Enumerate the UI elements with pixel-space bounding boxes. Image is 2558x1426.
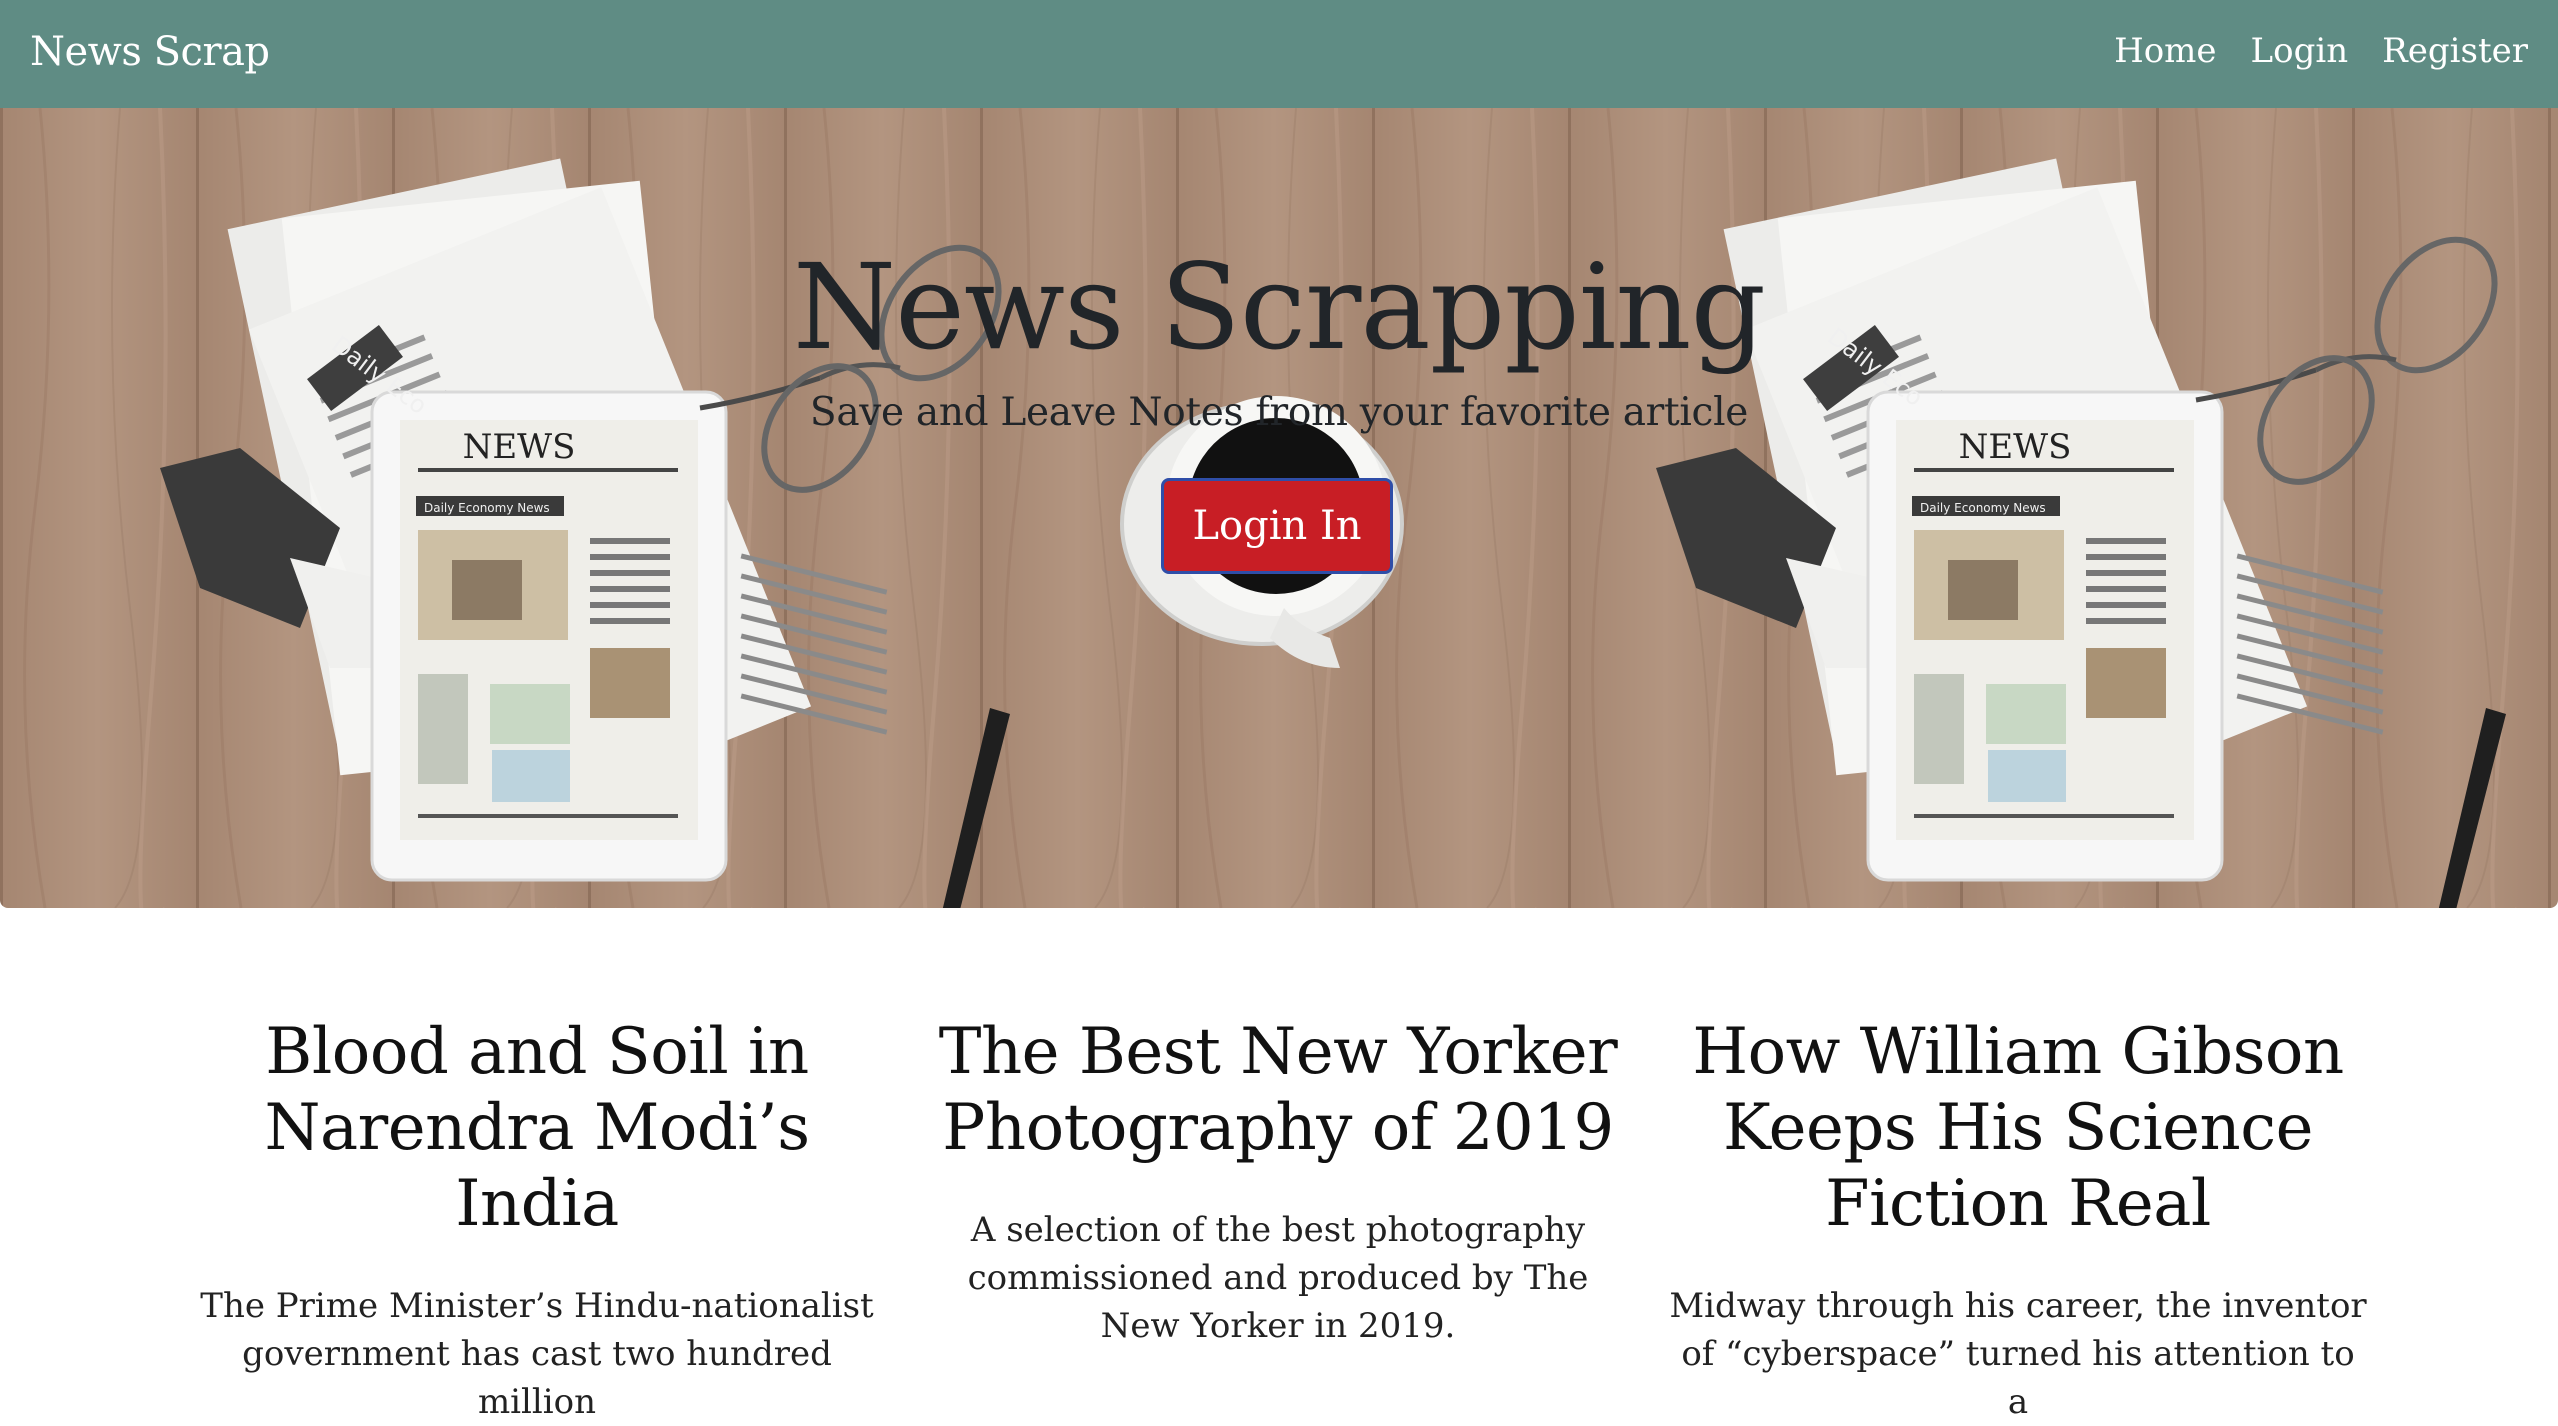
article-card: Blood and Soil in Narendra Modi’s India … xyxy=(187,908,887,1426)
hero-text-overlay: News Scrapping Save and Leave Notes from… xyxy=(0,108,2558,908)
article-summary: The Prime Minister’s Hindu-nationalist g… xyxy=(200,1286,874,1422)
brand-logo-link[interactable]: News Scrap xyxy=(30,29,270,75)
article-title[interactable]: How William Gibson Keeps His Science Fic… xyxy=(1668,1014,2368,1242)
nav-links: Home Login Register xyxy=(2114,31,2528,71)
hero-subtitle: Save and Leave Notes from your favorite … xyxy=(809,390,1749,435)
article-card: The Best New Yorker Photography of 2019 … xyxy=(928,908,1628,1350)
nav-link-register[interactable]: Register xyxy=(2382,31,2528,71)
hero-login-button[interactable]: Login In xyxy=(1161,478,1393,574)
hero-section: NEWS NEWS Daily Economy News Daily Econo… xyxy=(0,108,2558,908)
nav-link-home[interactable]: Home xyxy=(2114,31,2216,71)
hero-title: News Scrapping xyxy=(792,238,1766,376)
article-title[interactable]: Blood and Soil in Narendra Modi’s India xyxy=(187,1014,887,1242)
article-summary: A selection of the best photography comm… xyxy=(967,1210,1589,1346)
article-title[interactable]: The Best New Yorker Photography of 2019 xyxy=(928,1014,1628,1166)
navbar: News Scrap Home Login Register xyxy=(0,0,2558,108)
articles-section: Blood and Soil in Narendra Modi’s India … xyxy=(0,908,2558,1422)
nav-link-login[interactable]: Login xyxy=(2251,31,2349,71)
article-summary: Midway through his career, the inventor … xyxy=(1669,1286,2367,1422)
article-card: How William Gibson Keeps His Science Fic… xyxy=(1668,908,2368,1426)
